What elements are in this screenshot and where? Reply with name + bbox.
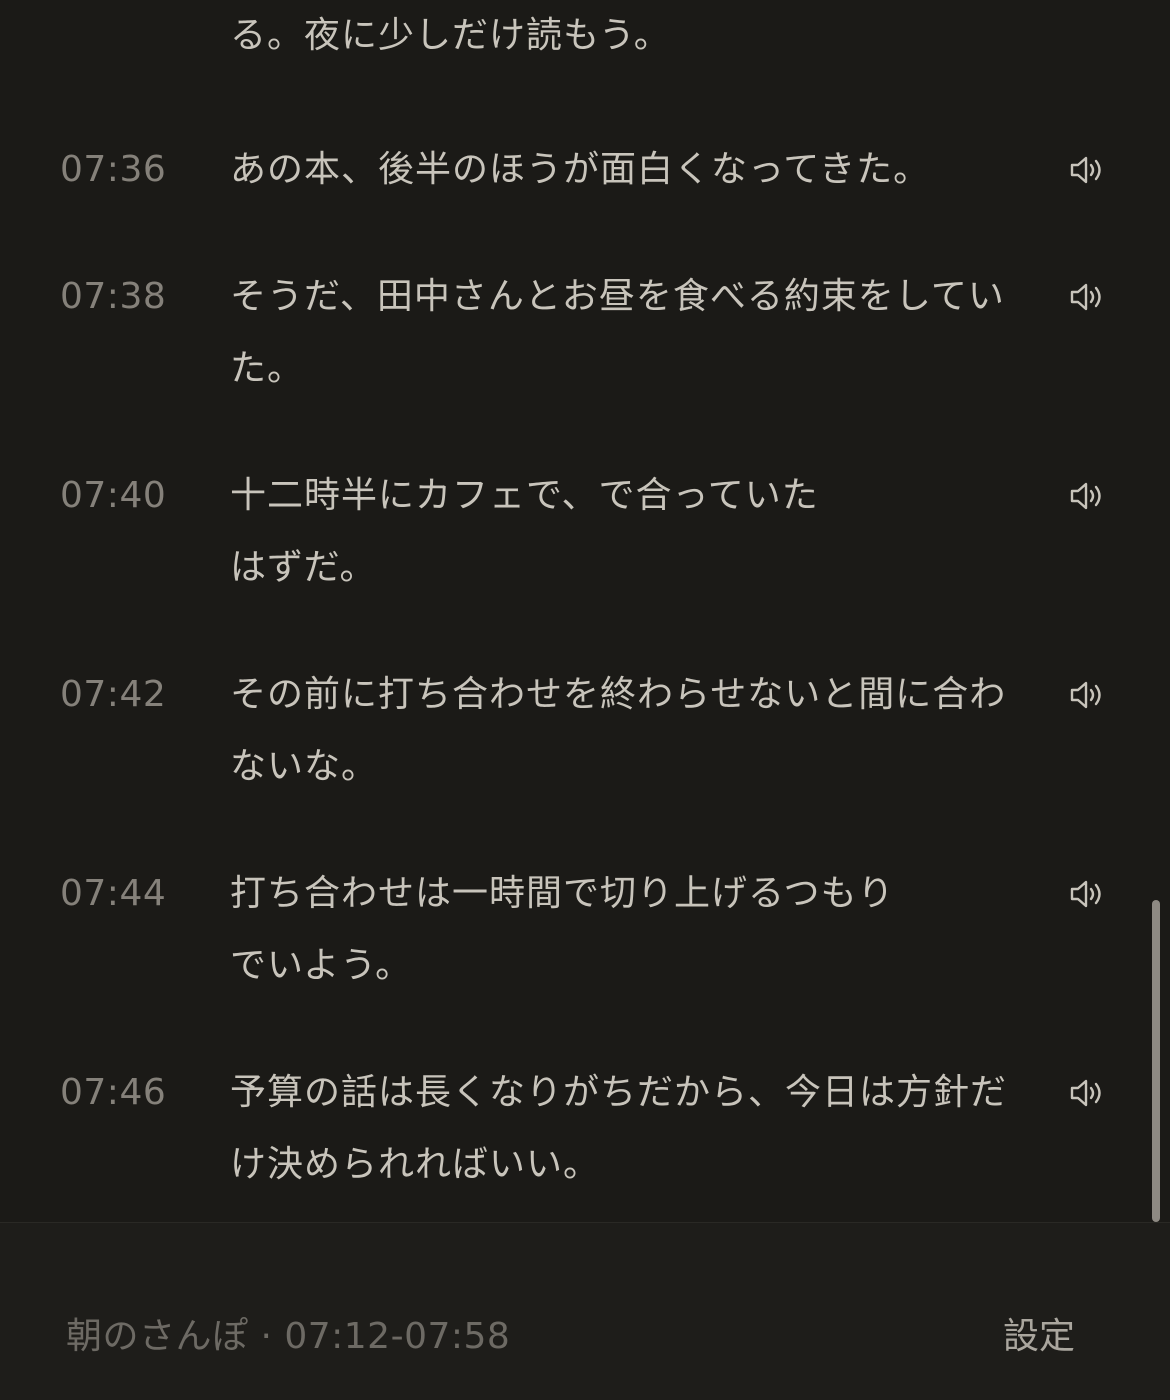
- entry-time: 07:40: [60, 475, 167, 516]
- transcript-list[interactable]: る。夜に少しだけ読もう。 07:36 あの本、後半のほうが面白くなってきた。 0…: [0, 0, 1170, 1222]
- speaker-icon[interactable]: [1068, 1077, 1108, 1109]
- speaker-icon[interactable]: [1068, 480, 1108, 512]
- transcript-partial-line: る。夜に少しだけ読もう。: [230, 15, 671, 56]
- entry-time: 07:46: [60, 1072, 167, 1113]
- speaker-icon[interactable]: [1068, 281, 1108, 313]
- entry-text-continued: でいよう。: [230, 945, 413, 986]
- entry-time: 07:36: [60, 149, 167, 190]
- entry-text-continued: はずだ。: [230, 547, 377, 588]
- entry-text-block: 打ち合わせは一時間で切り上げるつもり でいよう。: [230, 858, 1030, 1002]
- entry-time: 07:38: [60, 276, 167, 317]
- entry-time: 07:42: [60, 674, 167, 715]
- speaker-icon[interactable]: [1068, 878, 1108, 910]
- footer-bar: 朝のさんぽ · 07:12-07:58 設定: [0, 1222, 1170, 1400]
- scrollbar-thumb[interactable]: [1152, 900, 1160, 1222]
- entry-text: 十二時半にカフェで、で合っていた: [230, 475, 819, 516]
- speaker-icon[interactable]: [1068, 154, 1108, 186]
- entry-text: そうだ、田中さんとお昼を食べる約束をしていた。: [230, 276, 1005, 389]
- entry-text: あの本、後半のほうが面白くなってきた。: [230, 149, 931, 190]
- session-label: 朝のさんぽ · 07:12-07:58: [66, 1316, 511, 1357]
- entry-text-block: 十二時半にカフェで、で合っていた はずだ。: [230, 460, 990, 604]
- speaker-icon[interactable]: [1068, 679, 1108, 711]
- entry-text: 打ち合わせは一時間で切り上げるつもり: [230, 873, 895, 914]
- entry-text: 予算の話は長くなりがちだから、今日は方針だけ決められればいい。: [230, 1072, 1008, 1185]
- settings-button[interactable]: 設定: [1003, 1301, 1075, 1373]
- entry-time: 07:44: [60, 873, 167, 914]
- entry-text: その前に打ち合わせを終わらせないと間に合わないな。: [230, 674, 1007, 787]
